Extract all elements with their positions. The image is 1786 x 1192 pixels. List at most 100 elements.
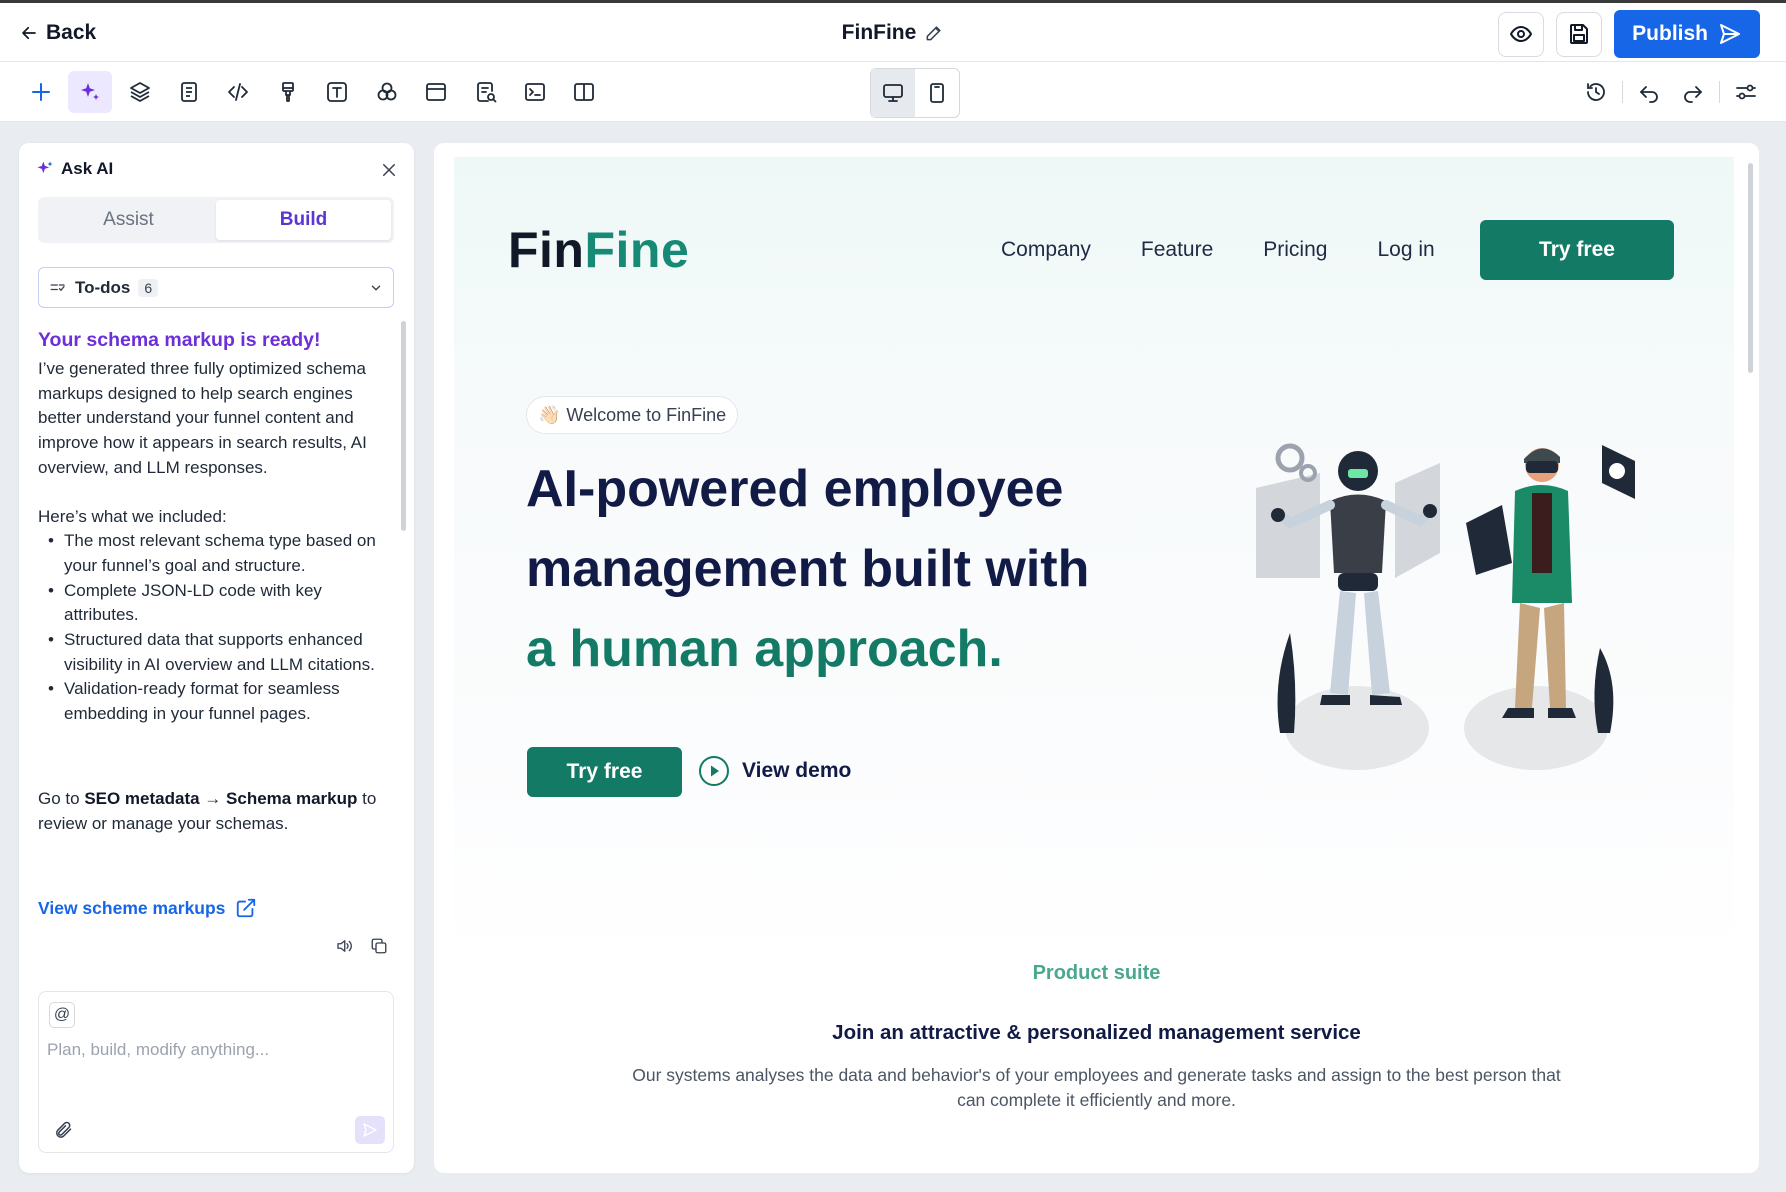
send-icon [1720,24,1740,44]
monitor-icon [883,84,903,102]
speaker-icon[interactable] [335,937,353,955]
view-schema-markups-link[interactable]: View scheme markups [38,897,257,919]
app-window: Back FinFine Publish Ask AI Assist Build… [0,3,1786,1192]
product-suite-title: Join an attractive & personalized manage… [832,1021,1361,1044]
top-bar: Back FinFine Publish [0,3,1786,62]
todos-label: To-dos [75,277,131,297]
code-icon [228,83,248,101]
seo-icon [477,82,497,103]
ask-ai-panel: Ask AI Assist Build To-dos 6 Your schema… [19,143,414,1173]
plus-icon [32,83,50,101]
nav-feature[interactable]: Feature [1141,238,1213,262]
desktop-view-button[interactable] [871,69,915,117]
hero-try-free-button[interactable]: Try free [527,747,682,797]
mode-tabs: Assist Build [38,197,394,243]
hero-line-3: a human approach. [526,620,1003,678]
list-item: Complete JSON-LD code with key attribute… [38,579,398,628]
history-button[interactable] [1574,71,1618,113]
goto-seo: SEO metadata [84,788,200,808]
welcome-text: Welcome to FinFine [566,404,727,425]
preview-button[interactable] [1498,11,1545,57]
editor-toolbar [0,62,1786,122]
hero-line-2: management built with [526,540,1090,598]
redo-icon [1684,86,1702,103]
columns-icon [574,83,594,101]
welcome-pill: 👋🏻 Welcome to FinFine [526,396,739,434]
settings-button[interactable] [1724,71,1768,113]
layers-tool[interactable] [118,71,162,113]
ai-panel-header: Ask AI [35,159,113,179]
publish-button[interactable]: Publish [1614,10,1760,58]
elements-tool[interactable] [365,71,409,113]
mobile-view-button[interactable] [915,69,959,117]
phone-icon [930,83,944,103]
pages-tool[interactable] [167,71,211,113]
ai-message: Your schema markup is ready! I’ve genera… [38,327,398,860]
nav-try-free-button[interactable]: Try free [1480,220,1674,280]
view-demo-button[interactable]: View demo [698,755,851,787]
pencil-icon[interactable] [924,23,944,43]
prompt-input[interactable] [47,1040,377,1090]
product-suite-description: Our systems analyses the data and behavi… [632,1065,1561,1110]
document-title-text: FinFine [841,21,917,44]
nav-login[interactable]: Log in [1377,238,1434,262]
logo-part-fin: Fin [508,222,585,278]
copy-icon[interactable] [370,937,388,955]
goto-arrow: → [199,788,227,808]
settings-sliders-icon [1736,84,1756,100]
tab-build[interactable]: Build [216,200,391,240]
logo-part-fine: Fine [584,222,690,278]
text-icon [327,82,347,102]
nav-pricing[interactable]: Pricing [1263,238,1327,262]
ai-message-bullets: The most relevant schema type based on y… [38,529,398,727]
toolbar-divider [1719,81,1720,103]
style-tool[interactable] [266,71,310,113]
device-toggle [870,68,960,118]
list-item: Structured data that supports enhanced v… [38,628,398,677]
goto-schema: Schema markup [226,788,358,808]
ai-message-goto: Go to SEO metadata → Schema markup to re… [38,787,398,836]
canvas-scrollbar[interactable] [1748,163,1753,373]
undo-button[interactable] [1627,71,1671,113]
redo-button[interactable] [1671,71,1715,113]
todos-dropdown[interactable]: To-dos 6 [38,267,394,308]
text-tool[interactable] [315,71,359,113]
ai-panel-scrollbar[interactable] [401,321,406,531]
elements-icon [377,82,397,101]
undo-icon [1640,86,1658,103]
ai-sparkle-icon [37,161,53,174]
terminal-icon [525,83,545,101]
hero-heading: AI-powered employee management built wit… [526,449,1146,689]
play-circle-icon [699,756,729,786]
external-link-icon [237,898,256,918]
top-actions: Publish [1498,10,1760,58]
add-element-button[interactable] [19,71,63,113]
close-icon[interactable] [380,161,398,179]
section-icon [426,83,446,101]
site-logo[interactable]: FinFine [508,221,689,279]
code-tool[interactable] [216,71,260,113]
seo-tool[interactable] [464,71,508,113]
hero-line-1: AI-powered employee [526,460,1064,518]
hero-illustration [1256,443,1635,770]
terminal-tool[interactable] [513,71,557,113]
goto-prefix: Go to [38,788,85,808]
send-icon [363,1123,377,1137]
mention-button[interactable]: @ [49,1002,75,1028]
columns-tool[interactable] [562,71,606,113]
nav-company[interactable]: Company [1001,238,1091,262]
ai-message-list-intro: Here’s what we included: [38,506,227,526]
sections-tool[interactable] [414,71,458,113]
message-actions [335,937,388,955]
save-button[interactable] [1556,11,1603,57]
ask-ai-tool[interactable] [68,71,112,113]
paperclip-icon[interactable] [53,1120,73,1140]
view-demo-label: View demo [742,759,852,782]
tab-assist[interactable]: Assist [41,200,216,240]
history-icon [1587,83,1605,101]
page-icon [181,82,197,102]
ai-message-heading: Your schema markup is ready! [38,329,321,351]
send-button[interactable] [355,1116,385,1144]
layers-icon [130,82,150,102]
view-link-label: View scheme markups [38,897,226,918]
